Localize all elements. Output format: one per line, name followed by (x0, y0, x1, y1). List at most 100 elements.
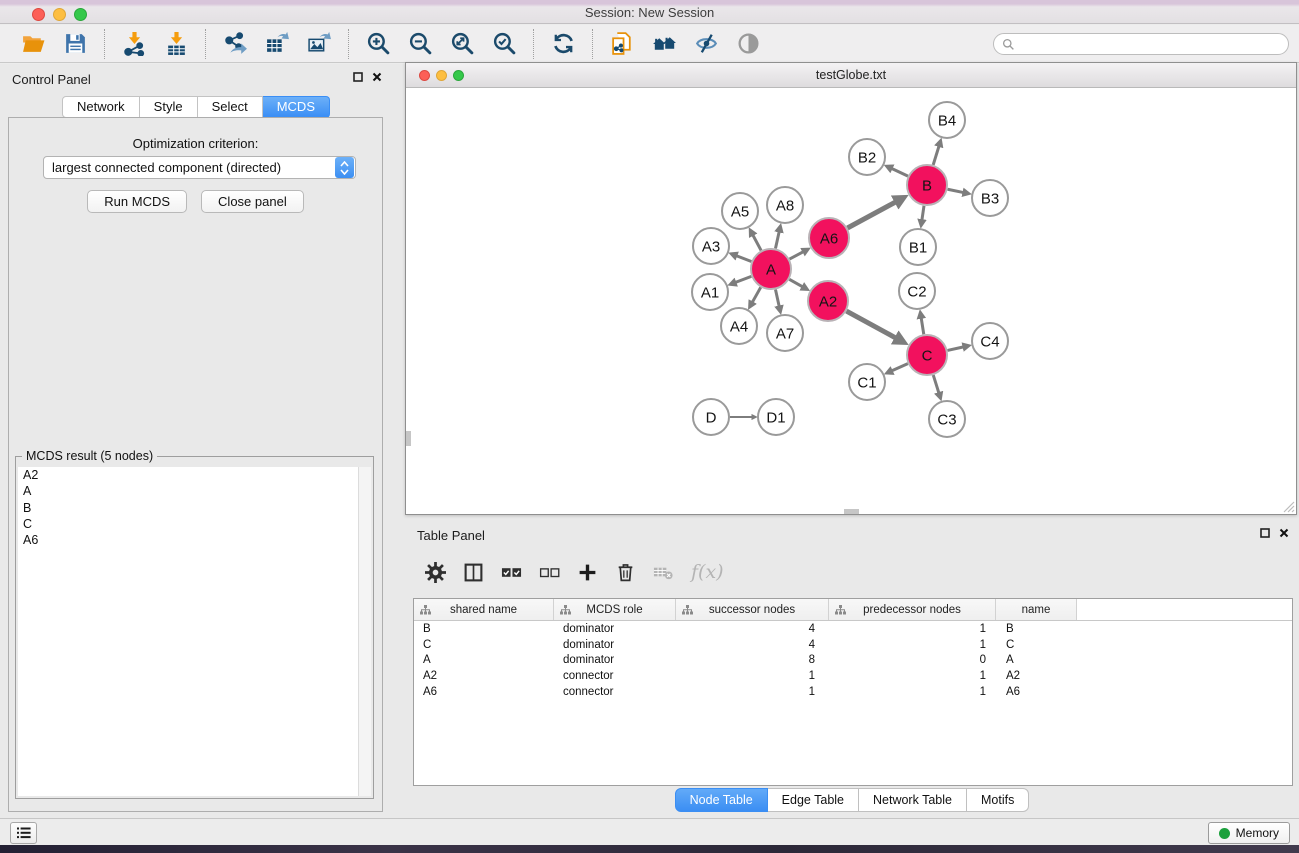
cell[interactable]: B (996, 623, 1077, 635)
node-B2[interactable]: B2 (849, 139, 885, 175)
table-row[interactable]: Cdominator41C (414, 637, 1292, 653)
table-row[interactable]: A6connector11A6 (414, 684, 1292, 700)
network-window-titlebar[interactable]: testGlobe.txt (406, 63, 1296, 88)
cell[interactable]: 8 (676, 654, 829, 666)
memory-button[interactable]: Memory (1208, 822, 1290, 844)
cell[interactable]: dominator (554, 654, 676, 666)
cell[interactable]: A2 (414, 670, 554, 682)
float-panel-icon[interactable] (353, 72, 363, 82)
column-header-name[interactable]: name (996, 599, 1077, 620)
delete-table-icon[interactable] (653, 562, 674, 583)
show-all-icon[interactable] (733, 29, 763, 59)
tab-edge-table[interactable]: Edge Table (768, 788, 859, 812)
node-A5[interactable]: A5 (722, 193, 758, 229)
tab-mcds[interactable]: MCDS (263, 96, 330, 118)
node-B[interactable]: B (907, 165, 947, 205)
node-C1[interactable]: C1 (849, 364, 885, 400)
cell[interactable]: 1 (676, 670, 829, 682)
open-session-icon[interactable] (18, 29, 48, 59)
vertical-scrollbar-thumb[interactable] (406, 431, 411, 446)
node-A3[interactable]: A3 (693, 228, 729, 264)
node-A[interactable]: A (751, 249, 791, 289)
network-canvas[interactable]: A A1 A2 A3 A4 A5 A6 A7 A8 B B1 B2 B3 B4 C C1 C2 C3 C4 D D1 (406, 88, 1296, 514)
node-C2[interactable]: C2 (899, 273, 935, 309)
tab-style[interactable]: Style (140, 96, 198, 118)
column-header-shared-name[interactable]: shared name (414, 599, 554, 620)
cell[interactable]: 1 (829, 670, 996, 682)
node-A7[interactable]: A7 (767, 315, 803, 351)
cell[interactable]: 0 (829, 654, 996, 666)
zoom-selected-icon[interactable] (489, 29, 519, 59)
optimization-criterion-select[interactable]: largest connected component (directed) (43, 156, 356, 179)
horizontal-scrollbar-thumb[interactable] (844, 509, 859, 514)
cell[interactable]: connector (554, 670, 676, 682)
cell[interactable]: 1 (676, 686, 829, 698)
tab-select[interactable]: Select (198, 96, 263, 118)
tab-network[interactable]: Network (62, 96, 140, 118)
column-header-MCDS-role[interactable]: MCDS role (554, 599, 676, 620)
import-table-icon[interactable] (161, 29, 191, 59)
cell[interactable]: 4 (676, 623, 829, 635)
cell[interactable]: C (414, 639, 554, 651)
run-mcds-button[interactable]: Run MCDS (87, 190, 187, 213)
deselect-all-columns-icon[interactable] (539, 562, 560, 583)
first-neighbors-icon[interactable] (649, 29, 679, 59)
cell[interactable]: dominator (554, 623, 676, 635)
cell[interactable]: A2 (996, 670, 1077, 682)
close-panel-icon[interactable] (1279, 528, 1289, 538)
node-A2[interactable]: A2 (808, 281, 848, 321)
node-A4[interactable]: A4 (721, 308, 757, 344)
cell[interactable]: connector (554, 686, 676, 698)
cell[interactable]: A6 (414, 686, 554, 698)
export-network-icon[interactable] (220, 29, 250, 59)
node-D[interactable]: D (693, 399, 729, 435)
cell[interactable]: A6 (996, 686, 1077, 698)
export-image-icon[interactable] (304, 29, 334, 59)
node-C4[interactable]: C4 (972, 323, 1008, 359)
select-all-columns-icon[interactable] (501, 562, 522, 583)
table-row[interactable]: A2connector11A2 (414, 668, 1292, 684)
node-C[interactable]: C (907, 335, 947, 375)
function-builder-icon[interactable]: f(x) (691, 561, 724, 583)
table-mode-gear-icon[interactable] (425, 562, 446, 583)
cell[interactable]: 1 (829, 623, 996, 635)
node-A1[interactable]: A1 (692, 274, 728, 310)
node-B3[interactable]: B3 (972, 180, 1008, 216)
node-B1[interactable]: B1 (900, 229, 936, 265)
task-history-button[interactable] (10, 822, 37, 844)
cell[interactable]: dominator (554, 639, 676, 651)
create-column-icon[interactable] (577, 562, 598, 583)
close-panel-button[interactable]: Close panel (201, 190, 304, 213)
result-scrollbar[interactable] (358, 467, 371, 796)
table-row[interactable]: Adominator80A (414, 653, 1292, 669)
zoom-in-icon[interactable] (363, 29, 393, 59)
cell[interactable]: C (996, 639, 1077, 651)
import-network-icon[interactable] (119, 29, 149, 59)
node-A8[interactable]: A8 (767, 187, 803, 223)
cell[interactable]: B (414, 623, 554, 635)
node-D1[interactable]: D1 (758, 399, 794, 435)
clone-network-icon[interactable] (607, 29, 637, 59)
close-panel-icon[interactable] (372, 72, 382, 82)
apply-layout-icon[interactable] (548, 29, 578, 59)
cell[interactable]: 1 (829, 686, 996, 698)
delete-columns-icon[interactable] (615, 562, 636, 583)
tab-motifs[interactable]: Motifs (967, 788, 1029, 812)
hide-selected-icon[interactable] (691, 29, 721, 59)
cell[interactable]: 4 (676, 639, 829, 651)
cell[interactable]: 1 (829, 639, 996, 651)
table-row[interactable]: Bdominator41B (414, 621, 1292, 637)
tab-node-table[interactable]: Node Table (675, 788, 768, 812)
save-session-icon[interactable] (60, 29, 90, 59)
column-header-successor-nodes[interactable]: successor nodes (676, 599, 829, 620)
node-A6[interactable]: A6 (809, 218, 849, 258)
node-B4[interactable]: B4 (929, 102, 965, 138)
show-columns-icon[interactable] (463, 562, 484, 583)
search-input[interactable] (993, 33, 1289, 55)
resize-grip[interactable] (1283, 501, 1295, 513)
float-panel-icon[interactable] (1260, 528, 1270, 538)
export-table-icon[interactable] (262, 29, 292, 59)
zoom-fit-icon[interactable] (447, 29, 477, 59)
node-C3[interactable]: C3 (929, 401, 965, 437)
zoom-out-icon[interactable] (405, 29, 435, 59)
